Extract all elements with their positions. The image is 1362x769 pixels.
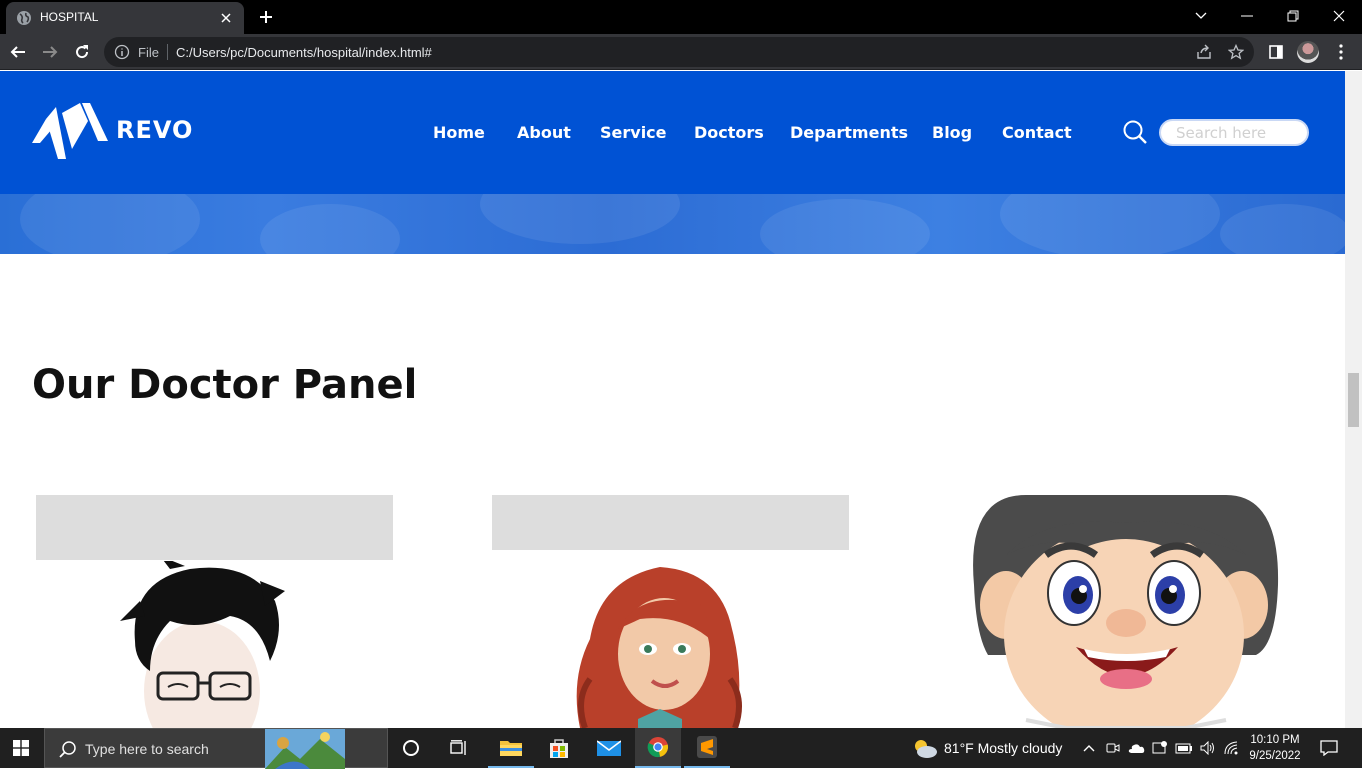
file-scheme-label: File [138,45,159,60]
nav-service[interactable]: Service [600,123,667,142]
tab-search-chevron-icon[interactable] [1178,0,1224,32]
back-button[interactable] [4,38,32,66]
start-button[interactable] [0,728,42,768]
cortana-button[interactable] [388,728,434,768]
new-tab-button[interactable] [255,6,277,28]
file-explorer-icon[interactable] [488,728,534,768]
clock-date: 9/25/2022 [1249,750,1301,762]
share-icon[interactable] [1194,42,1214,62]
search-icon[interactable] [1122,119,1148,145]
page-scrollbar[interactable] [1345,71,1362,728]
clock-time: 10:10 PM [1250,734,1300,746]
browser-tab[interactable]: HOSPITAL [6,2,244,34]
restore-button[interactable] [1270,0,1316,32]
site-header: REVO Home About Service Doctors Departme… [0,71,1345,194]
profile-avatar[interactable] [1297,41,1319,63]
windows-taskbar: Type here to search 81°F Mostly cloudy 1… [0,728,1362,769]
search-input[interactable] [1159,119,1309,146]
site-logo[interactable]: REVO [32,101,207,161]
weather-text[interactable]: 81°F Mostly cloudy [944,740,1062,756]
nav-home[interactable]: Home [433,123,485,142]
chrome-icon[interactable] [635,728,681,768]
doctor-avatar-man-glasses [120,561,285,728]
meet-now-icon[interactable] [1103,738,1123,758]
sublime-text-icon[interactable] [684,728,730,768]
doctor-card-placeholder-2 [492,495,849,550]
side-panel-icon[interactable] [1262,38,1290,66]
logo-mark-icon [32,103,108,159]
mail-icon[interactable] [586,728,632,768]
nav-about[interactable]: About [517,123,571,142]
task-view-button[interactable] [436,728,482,768]
info-icon[interactable] [114,44,130,60]
close-window-button[interactable] [1316,0,1362,32]
display-capture-icon[interactable] [1150,738,1170,758]
taskbar-search-box[interactable]: Type here to search [44,728,388,769]
weather-cloudy-icon[interactable] [912,737,938,759]
logo-text: REVO [116,116,194,144]
scrollbar-thumb[interactable] [1348,373,1359,427]
browser-titlebar: HOSPITAL [0,0,1362,34]
globe-icon [17,11,31,25]
nav-blog[interactable]: Blog [932,123,972,142]
battery-icon[interactable] [1174,738,1194,758]
doctor-avatar-boy-smiling [973,495,1279,728]
menu-kebab-icon[interactable] [1327,38,1355,66]
minimize-button[interactable] [1224,0,1270,32]
volume-icon[interactable] [1198,738,1218,758]
onedrive-cloud-icon[interactable] [1126,738,1146,758]
taskbar-clock[interactable]: 10:10 PM 9/25/2022 [1244,732,1306,764]
tab-close-icon[interactable] [216,8,236,28]
wifi-icon[interactable] [1222,738,1242,758]
bookmark-star-icon[interactable] [1226,42,1246,62]
nav-doctors[interactable]: Doctors [694,123,764,142]
section-title: Our Doctor Panel [32,362,418,408]
microsoft-store-icon[interactable] [536,728,582,768]
doctor-avatar-woman-red-hair [576,567,742,728]
hero-banner-image [0,194,1345,254]
show-hidden-icons-chevron-icon[interactable] [1079,738,1099,758]
address-bar[interactable]: File C:/Users/pc/Documents/hospital/inde… [104,37,1254,67]
windows-logo-icon [13,740,29,756]
browser-toolbar: File C:/Users/pc/Documents/hospital/inde… [0,34,1362,70]
taskbar-search-placeholder: Type here to search [85,741,209,757]
url-text[interactable]: C:/Users/pc/Documents/hospital/index.htm… [176,45,432,60]
address-separator [167,44,168,60]
reload-button[interactable] [68,38,96,66]
search-highlight-illustration-icon[interactable] [265,729,345,769]
doctor-card-placeholder-1 [36,495,393,560]
tab-title: HOSPITAL [40,10,99,24]
notifications-icon[interactable] [1319,738,1339,758]
page-viewport: REVO Home About Service Doctors Departme… [0,71,1345,728]
forward-button[interactable] [36,38,64,66]
nav-contact[interactable]: Contact [1002,123,1072,142]
search-icon [59,741,76,758]
nav-departments[interactable]: Departments [790,123,908,142]
